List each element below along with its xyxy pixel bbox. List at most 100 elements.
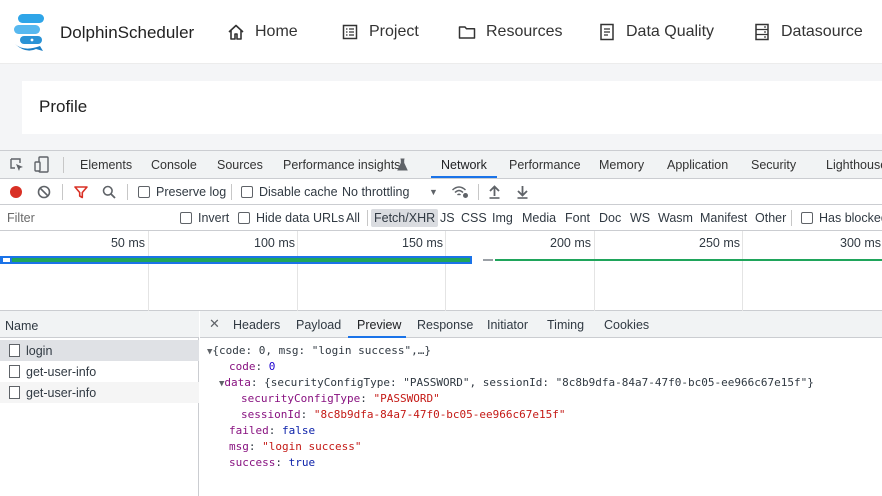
tab-performance[interactable]: Performance <box>509 158 581 172</box>
separator <box>63 157 64 173</box>
type-filter-all[interactable]: All <box>343 209 363 227</box>
type-filter-other[interactable]: Other <box>752 209 789 227</box>
waterfall-bar-login-receive <box>12 258 470 262</box>
gridline <box>742 231 743 311</box>
type-filter-ws[interactable]: WS <box>627 209 653 227</box>
tab-cookies[interactable]: Cookies <box>604 318 649 332</box>
column-header-name[interactable]: Name <box>5 319 38 333</box>
nav-datasource-label: Datasource <box>781 23 863 40</box>
tab-sources[interactable]: Sources <box>217 158 263 172</box>
file-icon <box>9 365 20 378</box>
tab-network[interactable]: Network <box>441 158 487 172</box>
disable-cache-checkbox[interactable] <box>241 186 253 198</box>
devtools-tab-bar: Elements Console Sources Performance ins… <box>0 151 882 179</box>
invert-checkbox[interactable] <box>180 212 192 224</box>
type-filter-js[interactable]: JS <box>437 209 458 227</box>
json-value: "8c8b9dfa-84a7-47f0-bc05-ee966c67e15f" <box>313 408 566 421</box>
request-name: get-user-info <box>26 386 97 400</box>
import-har-icon[interactable] <box>488 184 501 199</box>
home-icon <box>228 24 244 40</box>
json-preview: ▼{code: 0, msg: "login success",…} code:… <box>200 338 882 496</box>
tab-console[interactable]: Console <box>151 158 197 172</box>
tab-payload[interactable]: Payload <box>296 318 341 332</box>
type-filter-fetch-xhr[interactable]: Fetch/XHR <box>371 209 439 227</box>
export-har-icon[interactable] <box>516 184 529 199</box>
inspect-element-icon[interactable] <box>9 157 25 173</box>
waterfall-bar-queue <box>483 259 493 261</box>
hide-data-urls-checkbox[interactable] <box>238 212 250 224</box>
clear-icon[interactable] <box>37 185 51 199</box>
device-toolbar-icon[interactable] <box>34 156 50 173</box>
tab-headers[interactable]: Headers <box>233 318 280 332</box>
json-row: securityConfigType: "PASSWORD" <box>241 392 440 405</box>
type-filter-img[interactable]: Img <box>489 209 516 227</box>
type-filter-font[interactable]: Font <box>562 209 593 227</box>
json-row[interactable]: ▼data: {securityConfigType: "PASSWORD", … <box>219 376 814 391</box>
nav-resources-label: Resources <box>486 23 563 40</box>
flask-icon <box>397 158 408 171</box>
gridline <box>148 231 149 311</box>
request-list-header: Name <box>0 311 199 338</box>
tab-memory[interactable]: Memory <box>599 158 644 172</box>
tab-preview[interactable]: Preview <box>357 318 401 332</box>
nav-data-quality[interactable]: Data Quality <box>598 21 714 43</box>
tick-label: 250 ms <box>699 236 740 250</box>
tab-response[interactable]: Response <box>417 318 473 332</box>
type-filter-wasm[interactable]: Wasm <box>655 209 696 227</box>
table-row[interactable]: get-user-info <box>0 382 199 403</box>
nav-datasource[interactable]: Datasource <box>753 21 863 43</box>
app-header: DolphinScheduler Home Project Resources … <box>0 0 882 64</box>
request-name: get-user-info <box>26 365 97 379</box>
request-list: Name login get-user-info get-user-info <box>0 311 199 496</box>
json-value: "login success" <box>262 440 362 453</box>
separator <box>62 184 63 200</box>
network-overview-timeline[interactable]: 50 ms 100 ms 150 ms 200 ms 250 ms 300 ms <box>0 231 882 311</box>
nav-home[interactable]: Home <box>227 21 298 43</box>
separator <box>127 184 128 200</box>
disable-cache-label: Disable cache <box>259 185 338 199</box>
network-conditions-icon[interactable] <box>451 185 469 199</box>
table-row[interactable]: get-user-info <box>0 361 199 382</box>
invert-label: Invert <box>198 211 230 225</box>
json-row: failed: false <box>229 424 316 437</box>
tick-label: 100 ms <box>254 236 295 250</box>
tick-label: 50 ms <box>110 236 145 250</box>
app-content: Profile <box>0 64 882 150</box>
json-key: msg <box>229 440 249 453</box>
filter-input[interactable] <box>0 207 168 229</box>
dolphin-logo-icon <box>14 14 44 51</box>
json-row: sessionId: "8c8b9dfa-84a7-47f0-bc05-ee96… <box>241 408 566 421</box>
type-filter-doc[interactable]: Doc <box>596 209 624 227</box>
gridline <box>445 231 446 311</box>
search-icon[interactable] <box>102 185 116 199</box>
active-tab-indicator <box>431 176 497 178</box>
tab-elements[interactable]: Elements <box>80 158 132 172</box>
json-key: failed <box>229 424 269 437</box>
tab-timing[interactable]: Timing <box>547 318 584 332</box>
gridline <box>594 231 595 311</box>
type-filter-css[interactable]: CSS <box>458 209 490 227</box>
gridline <box>297 231 298 311</box>
record-icon[interactable] <box>9 185 23 199</box>
type-filter-media[interactable]: Media <box>519 209 559 227</box>
tick-label: 200 ms <box>550 236 591 250</box>
json-value: 0 <box>268 360 276 373</box>
tab-application[interactable]: Application <box>667 158 728 172</box>
has-blocked-checkbox[interactable] <box>801 212 813 224</box>
throttling-select[interactable]: No throttling <box>342 185 409 199</box>
tab-lighthouse[interactable]: Lighthouse <box>826 158 882 172</box>
tab-security[interactable]: Security <box>751 158 796 172</box>
table-row[interactable]: login <box>0 340 199 361</box>
document-icon <box>600 23 614 41</box>
chevron-down-icon[interactable]: ▼ <box>429 187 438 197</box>
request-details-pane: ✕ Headers Payload Preview Response Initi… <box>200 311 882 496</box>
json-root-row[interactable]: ▼{code: 0, msg: "login success",…} <box>207 344 431 359</box>
tab-performance-insights[interactable]: Performance insights <box>283 158 400 172</box>
type-filter-manifest[interactable]: Manifest <box>697 209 750 227</box>
tab-initiator[interactable]: Initiator <box>487 318 528 332</box>
filter-icon[interactable] <box>74 185 88 199</box>
preserve-log-checkbox[interactable] <box>138 186 150 198</box>
close-icon[interactable]: ✕ <box>209 316 220 332</box>
nav-resources[interactable]: Resources <box>458 21 562 43</box>
nav-project[interactable]: Project <box>341 21 419 43</box>
